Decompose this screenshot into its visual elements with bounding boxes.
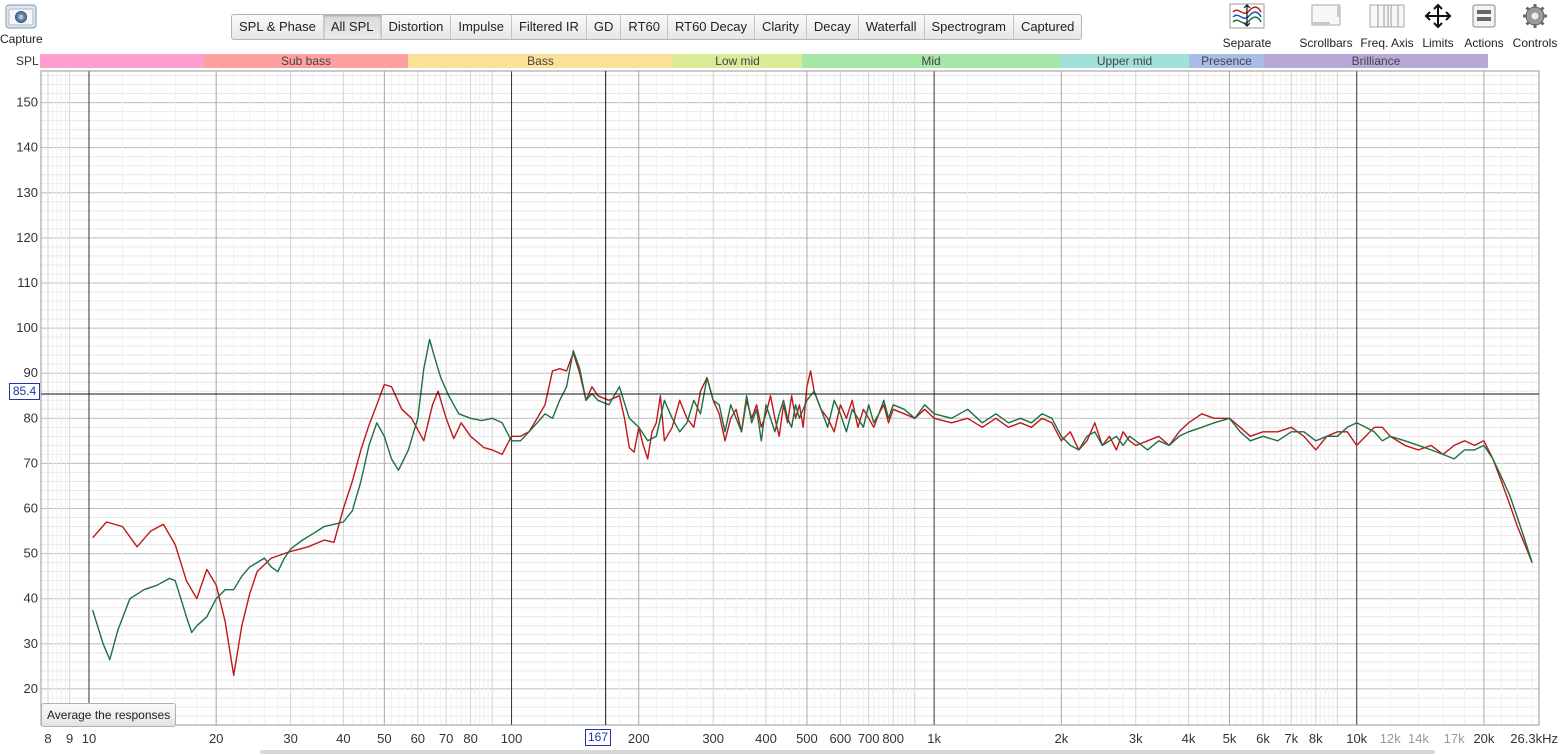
y-tick-label: 50	[24, 546, 38, 561]
tab-rt60-decay[interactable]: RT60 Decay	[668, 15, 755, 39]
x-tick-label: 600	[830, 731, 852, 746]
y-tick-label: 70	[24, 455, 38, 470]
y-tick-label: 130	[16, 185, 38, 200]
y-tick-label: 140	[16, 140, 38, 155]
band-presence: Presence	[1189, 54, 1264, 68]
y-tick-label: 30	[24, 636, 38, 651]
cursor-frequency-readout: 167	[585, 729, 611, 746]
y-tick-label: 150	[16, 95, 38, 110]
y-tick-label: 60	[24, 501, 38, 516]
x-tick-label: 100	[501, 731, 523, 746]
view-tabs: SPL & Phase All SPL Distortion Impulse Filte…	[231, 14, 1083, 40]
x-tick-label: 800	[882, 731, 904, 746]
x-tick-label: 20	[209, 731, 223, 746]
band-brilliance: Brilliance	[1264, 54, 1488, 68]
x-tick-label: 14k	[1408, 731, 1429, 746]
x-tick-label: 40	[336, 731, 350, 746]
x-tick-label: 6k	[1256, 731, 1270, 746]
x-tick-label: 400	[755, 731, 777, 746]
x-tick-label: 8	[44, 731, 51, 746]
x-tick-label: 30	[283, 731, 297, 746]
band-infrasonic	[40, 54, 204, 68]
x-tick-label: 500	[796, 731, 818, 746]
x-tick-label: 10k	[1346, 731, 1367, 746]
scrollbars-icon	[1311, 4, 1341, 26]
x-tick-label: 12k	[1380, 731, 1401, 746]
x-tick-label: 7k	[1284, 731, 1298, 746]
x-tick-label: 2k	[1054, 731, 1068, 746]
actions-icon	[1472, 4, 1496, 28]
cursor-spl-readout: 85.4	[9, 383, 40, 400]
tab-filtered-ir[interactable]: Filtered IR	[512, 15, 587, 39]
freq-axis-icon	[1369, 4, 1405, 28]
x-tick-label: 4k	[1182, 731, 1196, 746]
toolbar-button-label: Controls	[1512, 36, 1558, 50]
tab-decay[interactable]: Decay	[807, 15, 859, 39]
x-tick-label: 9	[66, 731, 73, 746]
x-tick-label: 700	[858, 731, 880, 746]
x-tick-label: 8k	[1309, 731, 1323, 746]
y-tick-label: 90	[24, 365, 38, 380]
x-tick-label: 3k	[1129, 731, 1143, 746]
y-tick-label: 40	[24, 591, 38, 606]
tab-waterfall[interactable]: Waterfall	[859, 15, 925, 39]
tab-impulse[interactable]: Impulse	[451, 15, 512, 39]
scrollbars-button[interactable]: Scrollbars	[1298, 2, 1354, 50]
tab-distortion[interactable]: Distortion	[382, 15, 452, 39]
toolbar: Capture SPL & Phase All SPL Distortion Impu…	[0, 0, 1562, 54]
separate-button[interactable]: Separate	[1223, 2, 1271, 50]
x-tick-label: 20k	[1473, 731, 1494, 746]
y-tick-label: 110	[17, 275, 38, 290]
x-tick-label: 70	[439, 731, 453, 746]
y-tick-label: 20	[24, 681, 38, 696]
tab-rt60[interactable]: RT60	[621, 15, 668, 39]
tab-all-spl[interactable]: All SPL	[323, 15, 382, 39]
x-tick-label: 50	[377, 731, 391, 746]
spl-graph[interactable]: 20 30 40 50 60 70 80 90 100 110 120 130 140 150 8 9 10 20…	[0, 68, 1562, 755]
tab-clarity[interactable]: Clarity	[755, 15, 807, 39]
plot-area[interactable]	[41, 71, 1539, 725]
capture-button[interactable]: Capture	[0, 2, 43, 46]
x-tick-label: 80	[463, 731, 477, 746]
x-tick-label: 200	[628, 731, 650, 746]
x-tick-label: 300	[702, 731, 724, 746]
average-responses-button[interactable]: Average the responses	[41, 703, 177, 727]
frequency-bands: Sub bass Bass Low mid Mid Upper mid Presence B…	[0, 54, 1562, 69]
x-tick-label: 17k	[1444, 731, 1465, 746]
x-tick-label: 1k	[927, 731, 941, 746]
separate-traces-icon	[1229, 3, 1265, 29]
toolbar-button-label: Separate	[1222, 36, 1272, 50]
band-low-mid: Low mid	[673, 54, 802, 68]
tab-captured[interactable]: Captured	[1014, 15, 1081, 39]
camera-icon	[5, 4, 37, 29]
x-tick-label: 10	[82, 731, 96, 746]
band-sub-bass: Sub bass	[204, 54, 408, 68]
y-tick-label: 100	[16, 320, 38, 335]
limits-arrows-icon	[1424, 3, 1452, 29]
x-tick-label: 5k	[1223, 731, 1237, 746]
x-tick-label: 26.3kHz	[1510, 731, 1558, 746]
controls-button[interactable]: Controls	[1509, 2, 1561, 50]
band-upper-mid: Upper mid	[1060, 54, 1189, 68]
y-tick-label: 80	[24, 410, 38, 425]
capture-label: Capture	[0, 32, 43, 46]
band-mid: Mid	[802, 54, 1060, 68]
tab-spl-phase[interactable]: SPL & Phase	[232, 15, 324, 39]
tab-gd[interactable]: GD	[587, 15, 622, 39]
x-tick-label: 60	[411, 731, 425, 746]
band-bass: Bass	[408, 54, 673, 68]
horizontal-scrollbar[interactable]	[260, 750, 1435, 754]
gear-icon	[1523, 4, 1547, 28]
tab-spectrogram[interactable]: Spectrogram	[925, 15, 1014, 39]
y-tick-label: 120	[16, 230, 38, 245]
